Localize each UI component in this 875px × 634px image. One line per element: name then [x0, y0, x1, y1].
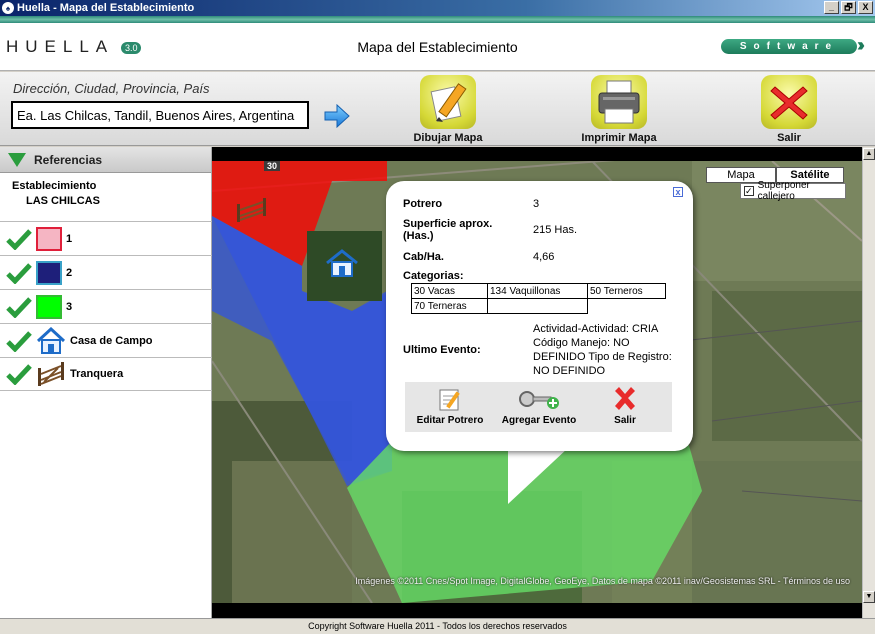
exit-button[interactable]: Salir [739, 75, 839, 145]
close-icon[interactable]: x [673, 187, 683, 197]
info-actions-bar: Editar Potrero Agregar Evento Salir [405, 382, 672, 432]
check-icon [6, 228, 32, 250]
edit-paddock-label: Editar Potrero [416, 415, 484, 426]
draw-map-button[interactable]: Dibujar Mapa [398, 75, 498, 145]
reference-label: Casa de Campo [70, 334, 153, 347]
title-bar: ♠ Huella - Mapa del Establecimiento _ 🗗 … [0, 0, 875, 16]
category-cell [487, 298, 588, 314]
check-icon [6, 330, 32, 352]
collapse-triangle-icon [8, 152, 26, 167]
green-swatch [36, 294, 62, 319]
pencil-map-icon [420, 75, 476, 129]
road-marker: 30 [264, 161, 281, 171]
exit-label: Salir [777, 132, 801, 144]
check-icon [6, 364, 32, 385]
draw-map-label: Dibujar Mapa [413, 132, 483, 144]
overlay-label: Superponer callejero [757, 180, 810, 202]
toolbar: Dirección, Ciudad, Provincia, País Dibuj… [0, 72, 875, 146]
paddock-info-window: x Potrero 3 Superficie aprox. (Has.) 215… [386, 181, 693, 451]
vertical-scrollbar[interactable]: ▲ ▼ [862, 147, 875, 618]
category-cell: 50 Terneros [587, 283, 666, 299]
ultimo-evento-value: Actividad-Actividad: CRIA Código Manejo:… [533, 323, 672, 377]
reference-item-gate[interactable]: Tranquera [0, 357, 212, 391]
superficie-value: 215 Has. [533, 224, 578, 236]
reference-label: 1 [66, 232, 73, 245]
gate-icon [38, 362, 64, 386]
app-header: HUELLA 3.0 Mapa del Establecimiento Soft… [0, 23, 875, 71]
cab-label: Cab/Ha. [403, 251, 444, 263]
reference-item-1[interactable]: 1 [0, 221, 212, 255]
reference-label: 3 [66, 300, 73, 313]
category-cell: 134 Vaquillonas [487, 283, 588, 299]
edit-paddock-button[interactable]: Editar Potrero [415, 385, 485, 426]
add-event-label: Agregar Evento [501, 415, 577, 426]
category-cell: 70 Terneras [411, 298, 488, 314]
reference-item-3[interactable]: 3 [0, 289, 212, 323]
key-add-icon [519, 391, 559, 409]
app-icon: ♠ [2, 2, 14, 14]
check-icon [6, 296, 32, 318]
accent-bar [0, 16, 875, 23]
pink-swatch [36, 226, 62, 251]
categorias-label: Categorias: [403, 270, 464, 282]
add-event-button[interactable]: Agregar Evento [498, 385, 580, 426]
minimize-button[interactable]: _ [824, 1, 839, 14]
restore-button[interactable]: 🗗 [841, 1, 856, 14]
map-attribution[interactable]: Imágenes ©2011 Cnes/Spot Image, DigitalG… [355, 576, 850, 586]
edit-notepad-icon [439, 389, 460, 411]
references-header[interactable]: Referencias [0, 147, 211, 173]
reference-label: 2 [66, 266, 73, 279]
window-title: Huella - Mapa del Establecimiento [17, 2, 195, 14]
info-window-tail [508, 448, 568, 504]
info-exit-button[interactable]: Salir [600, 385, 650, 426]
footer-copyright: Copyright Software Huella 2011 - Todos l… [0, 618, 875, 634]
house-icon [36, 326, 66, 354]
address-label: Dirección, Ciudad, Provincia, País [13, 81, 210, 96]
double-chevron-icon: ›› [857, 35, 865, 55]
cab-value: 4,66 [533, 251, 555, 263]
red-x-icon [761, 75, 817, 129]
software-badge: Software [721, 39, 857, 54]
superficie-label: Superficie aprox. (Has.) [403, 218, 493, 242]
reference-item-house[interactable]: Casa de Campo [0, 323, 212, 357]
references-title: Referencias [34, 152, 103, 167]
overlay-streets-checkbox[interactable]: ✓ Superponer callejero [740, 180, 846, 202]
navy-swatch [36, 260, 62, 285]
potrero-label: Potrero [403, 198, 443, 210]
categories-table: 30 Vacas 134 Vaquillonas 50 Terneros 70 … [411, 283, 666, 314]
ultimo-evento-label: Ultimo Evento: [403, 344, 481, 356]
print-map-button[interactable]: Imprimir Mapa [569, 75, 669, 145]
potrero-value: 3 [533, 198, 540, 210]
printer-icon [591, 75, 647, 129]
reference-label: Tranquera [70, 368, 124, 380]
reference-item-2[interactable]: 2 [0, 255, 212, 289]
references-panel: Referencias Establecimiento LAS CHILCAS … [0, 147, 212, 618]
close-window-button[interactable]: X [858, 1, 873, 14]
category-cell: 30 Vacas [411, 283, 488, 299]
info-exit-label: Salir [614, 415, 636, 426]
address-input[interactable] [11, 101, 309, 129]
check-icon [6, 262, 32, 284]
establishment-label: Establecimiento [12, 180, 97, 192]
go-arrow-icon[interactable] [324, 104, 350, 128]
establishment-name: LAS CHILCAS [26, 195, 100, 207]
print-map-label: Imprimir Mapa [581, 132, 657, 144]
checkbox-checked-icon[interactable]: ✓ [744, 186, 754, 196]
red-x-icon [615, 387, 635, 410]
scroll-up-arrow-icon[interactable]: ▲ [863, 148, 875, 160]
scroll-down-arrow-icon[interactable]: ▼ [863, 591, 875, 603]
